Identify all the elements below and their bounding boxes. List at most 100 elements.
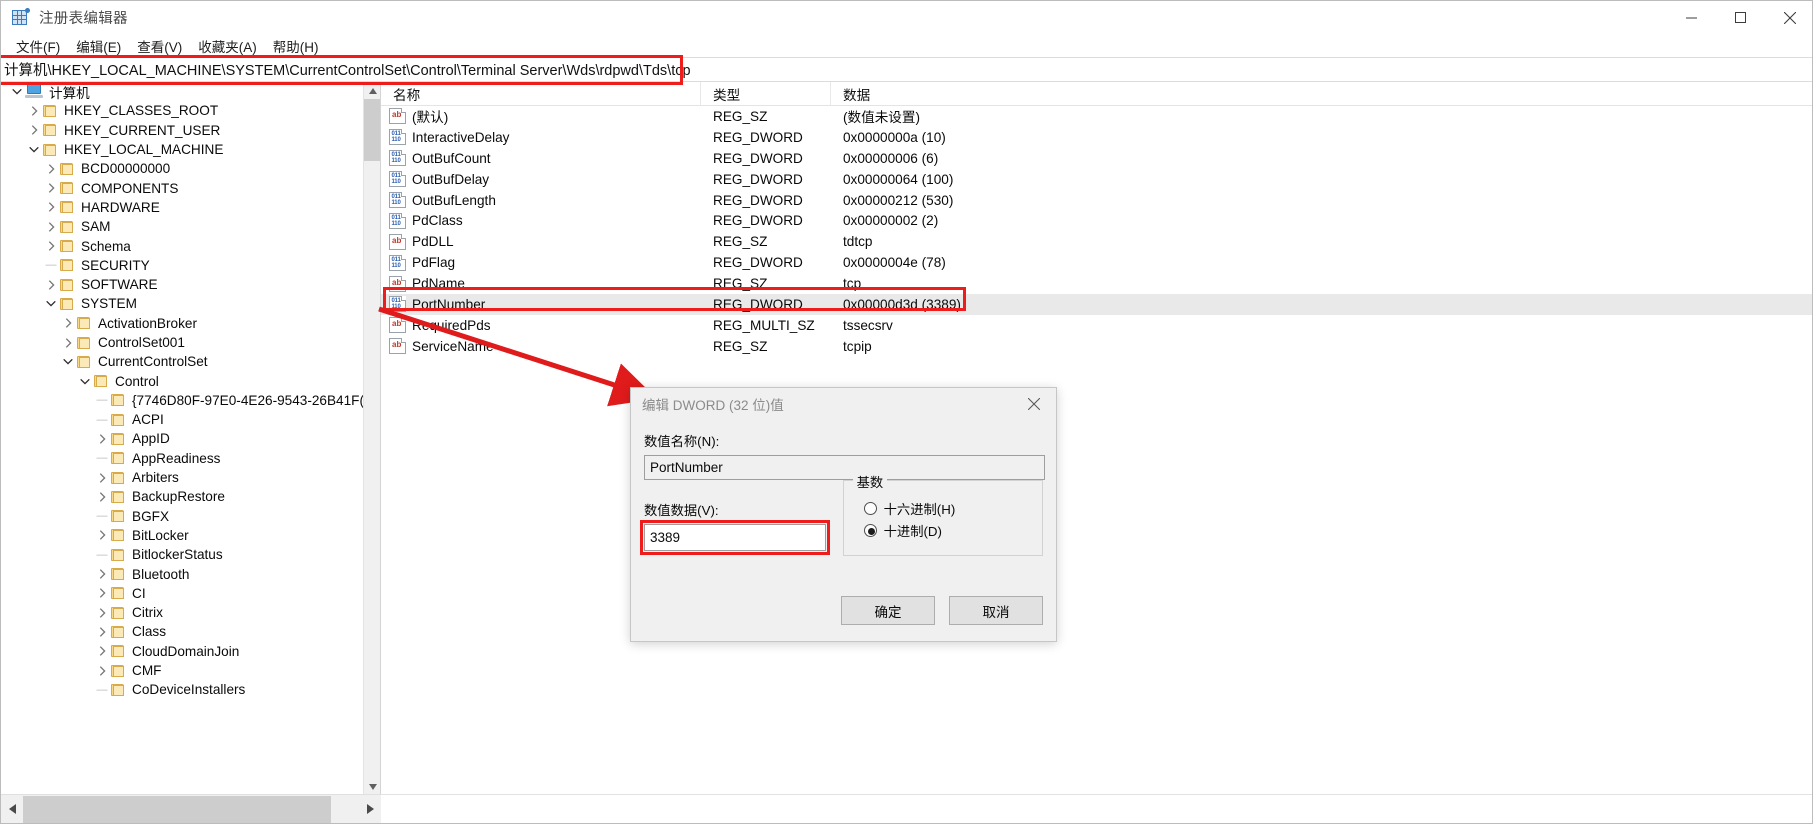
tree-scroll-thumb[interactable] bbox=[364, 99, 380, 161]
hscroll-thumb[interactable] bbox=[23, 795, 331, 823]
values-list[interactable]: ab (默认) REG_SZ (数值未设置) 011 110 InteractiveDela… bbox=[381, 106, 1812, 357]
maximize-icon[interactable] bbox=[1716, 1, 1765, 34]
menu-item-view[interactable]: 查看(V) bbox=[129, 34, 190, 58]
value-row[interactable]: 011 110 PortNumber REG_DWORD 0x00000d3d (338… bbox=[381, 294, 1812, 315]
ok-button[interactable]: 确定 bbox=[841, 596, 935, 625]
column-header-name[interactable]: 名称 bbox=[381, 82, 701, 106]
chevron-down-icon[interactable] bbox=[77, 373, 93, 389]
chevron-right-icon[interactable] bbox=[94, 605, 110, 621]
tree-node[interactable]: CurrentControlSet bbox=[1, 352, 363, 371]
tree-node[interactable]: Citrix bbox=[1, 603, 363, 622]
menu-item-file[interactable]: 文件(F) bbox=[8, 34, 68, 58]
radio-hexadecimal[interactable]: 十六进制(H) bbox=[863, 497, 1042, 519]
chevron-right-icon[interactable] bbox=[94, 431, 110, 447]
chevron-right-icon[interactable] bbox=[94, 585, 110, 601]
value-row[interactable]: ab (默认) REG_SZ (数值未设置) bbox=[381, 106, 1812, 127]
close-icon[interactable] bbox=[1765, 1, 1812, 34]
tree-node[interactable]: AppID bbox=[1, 429, 363, 448]
value-row[interactable]: 011 110 OutBufDelay REG_DWORD 0x00000064 (10… bbox=[381, 169, 1812, 190]
chevron-right-icon[interactable] bbox=[26, 122, 42, 138]
chevron-down-icon[interactable] bbox=[60, 354, 76, 370]
chevron-right-icon[interactable] bbox=[94, 624, 110, 640]
tree-node[interactable]: CloudDomainJoin bbox=[1, 642, 363, 661]
tree-node[interactable]: Bluetooth bbox=[1, 564, 363, 583]
menu-item-edit[interactable]: 编辑(E) bbox=[68, 34, 129, 58]
tree-node[interactable]: SYSTEM bbox=[1, 294, 363, 313]
tree-vertical-scrollbar[interactable] bbox=[363, 82, 380, 795]
value-row[interactable]: ab PdName REG_SZ tcp bbox=[381, 273, 1812, 294]
tree-node[interactable]: COMPONENTS bbox=[1, 178, 363, 197]
tree-node[interactable]: BCD00000000 bbox=[1, 159, 363, 178]
chevron-right-icon[interactable] bbox=[43, 161, 59, 177]
value-row[interactable]: ab PdDLL REG_SZ tdtcp bbox=[381, 231, 1812, 252]
chevron-right-icon[interactable] bbox=[94, 527, 110, 543]
chevron-right-icon[interactable] bbox=[94, 566, 110, 582]
radio-decimal-icon[interactable] bbox=[863, 523, 877, 537]
chevron-right-icon[interactable] bbox=[94, 489, 110, 505]
scroll-up-icon[interactable] bbox=[364, 82, 380, 99]
chevron-right-icon[interactable] bbox=[26, 103, 42, 119]
tree-node[interactable]: — SECURITY bbox=[1, 256, 363, 275]
value-data-input[interactable]: 3389 bbox=[644, 524, 826, 551]
minimize-icon[interactable] bbox=[1667, 1, 1716, 34]
column-header-type[interactable]: 类型 bbox=[701, 82, 831, 106]
menu-item-help[interactable]: 帮助(H) bbox=[265, 34, 327, 58]
tree-node[interactable]: Class bbox=[1, 622, 363, 641]
value-row[interactable]: ab RequiredPds REG_MULTI_SZ tssecsrv bbox=[381, 315, 1812, 336]
tree-node[interactable]: — {7746D80F-97E0-4E26-9543-26B41F( bbox=[1, 391, 364, 410]
dialog-close-icon[interactable] bbox=[1012, 388, 1056, 420]
tree-node[interactable]: SAM bbox=[1, 217, 363, 236]
tree-node[interactable]: — AppReadiness bbox=[1, 449, 363, 468]
tree-node[interactable]: SOFTWARE bbox=[1, 275, 363, 294]
value-name-input[interactable]: PortNumber bbox=[644, 455, 1045, 480]
tree-node[interactable]: HKEY_LOCAL_MACHINE bbox=[1, 140, 363, 159]
tree-horizontal-scrollbar[interactable] bbox=[1, 794, 381, 823]
address-input[interactable]: 计算机\HKEY_LOCAL_MACHINE\SYSTEM\CurrentCon… bbox=[1, 57, 1812, 82]
radio-hexadecimal-icon[interactable] bbox=[863, 501, 877, 515]
tree-node[interactable]: ActivationBroker bbox=[1, 314, 363, 333]
tree-node[interactable]: BitLocker bbox=[1, 526, 363, 545]
radio-decimal[interactable]: 十进制(D) bbox=[863, 519, 1042, 541]
chevron-right-icon[interactable] bbox=[43, 180, 59, 196]
tree-node[interactable]: — BGFX bbox=[1, 507, 363, 526]
value-row[interactable]: ab ServiceName REG_SZ tcpip bbox=[381, 336, 1812, 357]
menu-item-favorites[interactable]: 收藏夹(A) bbox=[190, 34, 265, 58]
tree-node[interactable]: CI bbox=[1, 584, 363, 603]
scroll-down-icon[interactable] bbox=[364, 778, 380, 795]
tree-node[interactable]: — CoDeviceInstallers bbox=[1, 680, 363, 699]
scroll-right-icon[interactable] bbox=[359, 796, 381, 823]
chevron-right-icon[interactable] bbox=[43, 199, 59, 215]
chevron-right-icon[interactable] bbox=[94, 470, 110, 486]
tree-node[interactable]: 计算机 bbox=[1, 82, 363, 101]
chevron-right-icon[interactable] bbox=[43, 277, 59, 293]
tree-node[interactable]: ControlSet001 bbox=[1, 333, 363, 352]
value-row[interactable]: 011 110 PdClass REG_DWORD 0x00000002 (2) bbox=[381, 210, 1812, 231]
hscroll-track[interactable] bbox=[23, 795, 359, 823]
chevron-right-icon[interactable] bbox=[94, 663, 110, 679]
chevron-right-icon[interactable] bbox=[43, 238, 59, 254]
scroll-left-icon[interactable] bbox=[1, 796, 23, 823]
value-row[interactable]: 011 110 InteractiveDelay REG_DWORD 0x0000000… bbox=[381, 127, 1812, 148]
chevron-down-icon[interactable] bbox=[26, 142, 42, 158]
chevron-down-icon[interactable] bbox=[9, 84, 25, 100]
chevron-right-icon[interactable] bbox=[60, 315, 76, 331]
tree-node[interactable]: HKEY_CLASSES_ROOT bbox=[1, 101, 363, 120]
chevron-right-icon[interactable] bbox=[60, 335, 76, 351]
value-row[interactable]: 011 110 OutBufCount REG_DWORD 0x00000006 (6) bbox=[381, 148, 1812, 169]
tree-node[interactable]: Control bbox=[1, 371, 363, 390]
tree-node[interactable]: HARDWARE bbox=[1, 198, 363, 217]
tree-node[interactable]: HKEY_CURRENT_USER bbox=[1, 121, 363, 140]
tree-node[interactable]: BackupRestore bbox=[1, 487, 363, 506]
chevron-right-icon[interactable] bbox=[94, 643, 110, 659]
tree-node[interactable]: — BitlockerStatus bbox=[1, 545, 363, 564]
tree-node[interactable]: — ACPI bbox=[1, 410, 363, 429]
chevron-down-icon[interactable] bbox=[43, 296, 59, 312]
cancel-button[interactable]: 取消 bbox=[949, 596, 1043, 625]
tree-node[interactable]: Arbiters bbox=[1, 468, 363, 487]
column-header-data[interactable]: 数据 bbox=[831, 82, 1811, 106]
value-row[interactable]: 011 110 OutBufLength REG_DWORD 0x00000212 (5… bbox=[381, 190, 1812, 211]
value-row[interactable]: 011 110 PdFlag REG_DWORD 0x0000004e (78) bbox=[381, 252, 1812, 273]
tree-node[interactable]: CMF bbox=[1, 661, 363, 680]
chevron-right-icon[interactable] bbox=[43, 219, 59, 235]
tree-node[interactable]: Schema bbox=[1, 236, 363, 255]
